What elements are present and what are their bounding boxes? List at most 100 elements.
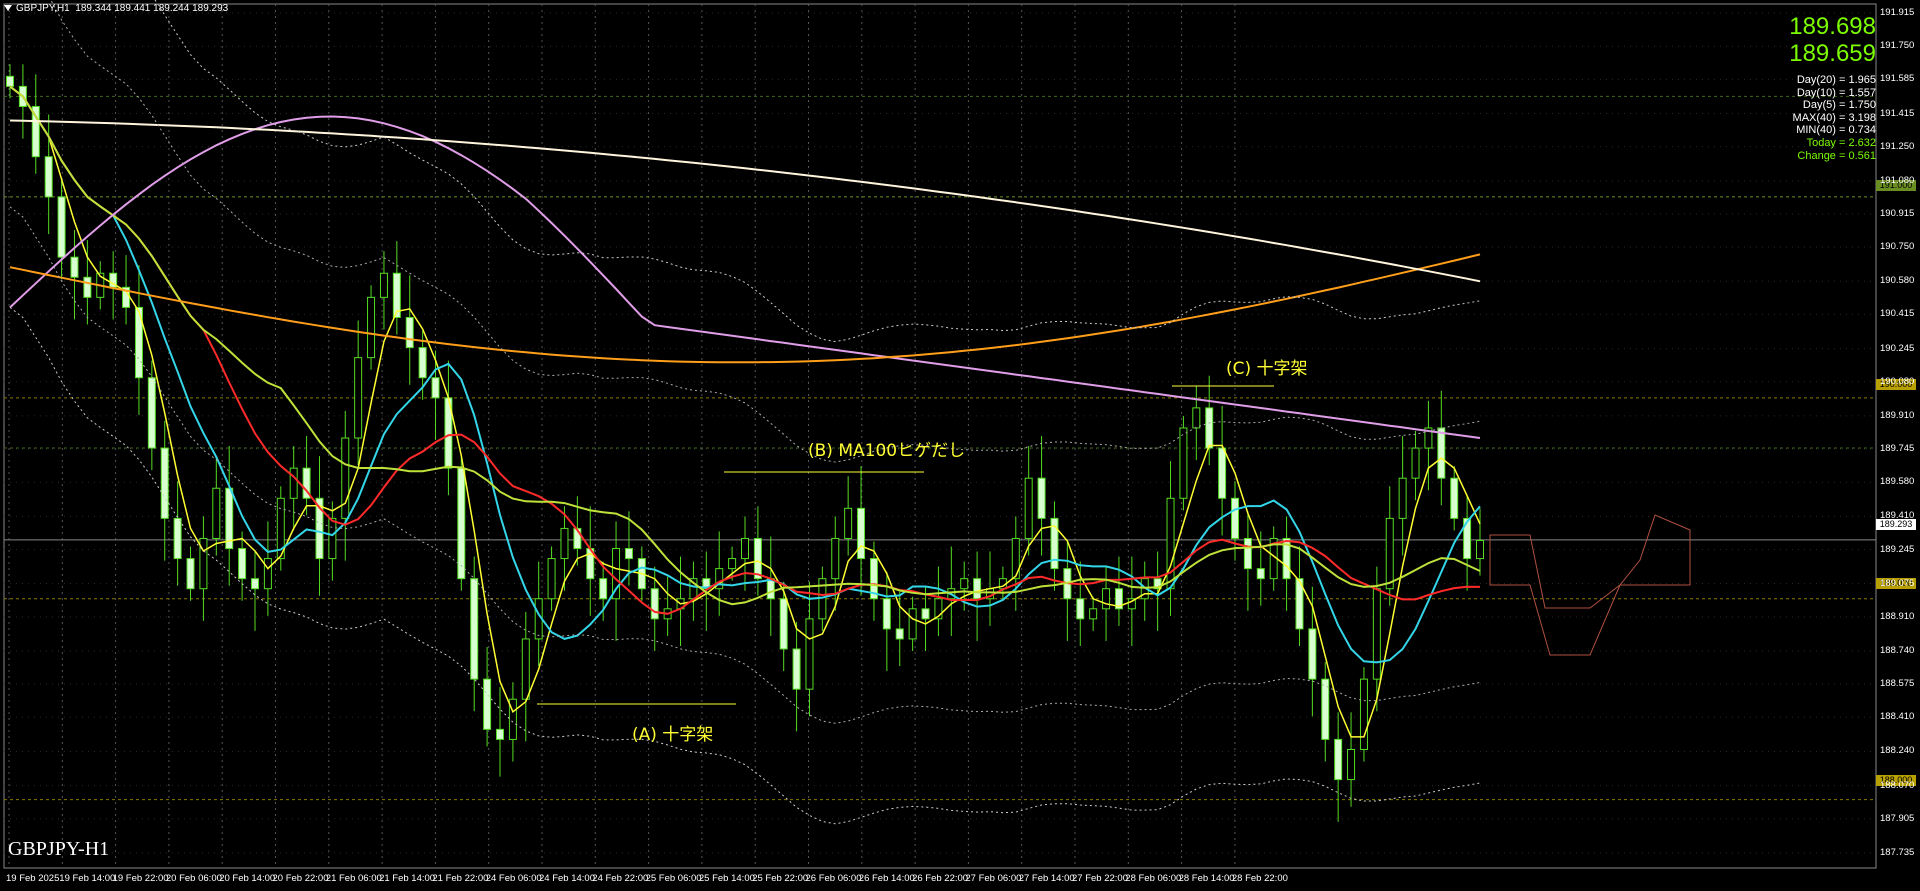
candle-body <box>1347 748 1356 781</box>
candle-body <box>1450 477 1459 519</box>
candle-body <box>844 507 853 539</box>
envelope-inner <box>9 206 1481 724</box>
time-tick-label: 24 Feb 14:00 <box>539 873 595 884</box>
candle-body <box>1218 447 1227 499</box>
candle-body <box>779 598 788 650</box>
candle-body <box>650 588 659 620</box>
time-tick-label: 27 Feb 06:00 <box>965 873 1022 884</box>
candle-body <box>1037 477 1046 519</box>
annotation-a: (A) 十字架 <box>632 725 714 745</box>
candle-body <box>238 548 247 580</box>
price-tick-label: 191.415 <box>1880 107 1915 119</box>
candle-body <box>960 578 969 590</box>
price-tick-label: 190.915 <box>1880 207 1915 219</box>
time-tick-label: 19 Feb 14:00 <box>59 873 116 884</box>
range-stats: Day(20) = 1.965 Day(10) = 1.557 Day(5) =… <box>1793 74 1876 162</box>
candle-body <box>44 156 53 198</box>
candle-body <box>521 638 530 700</box>
annotation-c: (C) 十字架 <box>1226 359 1308 379</box>
candle-body <box>1243 537 1252 570</box>
time-tick-label: 27 Feb 22:00 <box>1072 873 1128 884</box>
time-tick-label: 26 Feb 22:00 <box>912 873 969 884</box>
ma-line-ma500 <box>9 119 1481 283</box>
time-tick-label: 26 Feb 14:00 <box>858 873 915 884</box>
candle-body <box>225 487 234 550</box>
candle-body <box>173 517 182 560</box>
price-tick-label: 188.410 <box>1880 711 1915 723</box>
candle-body <box>1385 517 1394 590</box>
candle-body <box>1321 678 1330 740</box>
candle-body <box>1011 537 1020 580</box>
candle-body <box>1334 738 1343 781</box>
candle-body <box>728 558 737 570</box>
price-tick-label: 188.070 <box>1880 779 1915 791</box>
candle-body <box>1089 608 1098 620</box>
time-tick-label: 25 Feb 06:00 <box>645 873 702 884</box>
candle-body <box>160 447 169 519</box>
candle-body <box>147 377 156 449</box>
candle-body <box>405 316 414 349</box>
candle-body <box>882 598 891 630</box>
candle-body <box>418 347 427 379</box>
candle-body <box>792 648 801 690</box>
price-tick-label: 189.580 <box>1880 476 1915 488</box>
ohlc-readout: 189.344 189.441 189.244 189.293 <box>75 3 229 14</box>
candle-body <box>457 467 466 580</box>
candle-body <box>6 75 14 87</box>
candle-body <box>908 608 917 640</box>
ma-line-ma20 <box>9 85 1481 738</box>
candle-body <box>57 196 66 258</box>
price-tick-label: 190.415 <box>1880 308 1915 320</box>
candle-body <box>1411 447 1420 479</box>
candle-body <box>379 272 388 298</box>
time-tick-label: 20 Feb 06:00 <box>165 873 222 884</box>
time-tick-label: 20 Feb 22:00 <box>272 873 329 884</box>
time-tick-label: 21 Feb 14:00 <box>379 873 436 884</box>
time-tick-label: 28 Feb 06:00 <box>1125 873 1182 884</box>
price-tick-label: 188.575 <box>1880 678 1915 690</box>
price-tick-label: 190.080 <box>1880 375 1915 387</box>
time-tick-label: 21 Feb 22:00 <box>432 873 489 884</box>
candle-body <box>431 377 440 399</box>
candle-body <box>624 548 633 560</box>
envelope-inner <box>50 0 1481 463</box>
candle-body <box>599 578 608 600</box>
time-tick-label: 24 Feb 22:00 <box>592 873 649 884</box>
price-tick-label: 189.410 <box>1880 510 1915 522</box>
candle-body <box>831 537 840 580</box>
stat-today: Today = 2.632 <box>1806 136 1876 149</box>
candle-body <box>1359 678 1368 750</box>
candle-body <box>186 558 195 590</box>
candle-body <box>1398 477 1407 519</box>
candle-body <box>560 527 569 560</box>
candle-body <box>1231 497 1239 539</box>
candle-body <box>1256 568 1265 580</box>
price-tick-label: 191.750 <box>1880 40 1915 52</box>
candle-body <box>857 507 866 560</box>
price-tick-label: 191.915 <box>1880 7 1915 19</box>
candle-body <box>367 296 376 359</box>
collapse-arrow-icon[interactable] <box>4 5 12 12</box>
time-tick-label: 21 Feb 06:00 <box>325 873 382 884</box>
candle-body <box>212 487 221 539</box>
stat-max40: MAX(40) = 3.198 <box>1792 111 1876 124</box>
candle-body <box>263 558 272 590</box>
price-tick-label: 191.080 <box>1880 174 1915 186</box>
candle-body <box>921 608 930 620</box>
time-tick-label: 20 Feb 14:00 <box>219 873 276 884</box>
candle-body <box>496 728 504 740</box>
ma-line-ma200 <box>9 115 1481 439</box>
candle-body <box>470 578 479 680</box>
price-tick-label: 188.240 <box>1880 745 1915 757</box>
symbol-timeframe: GBPJPY,H1 <box>16 3 70 14</box>
ask-price: 189.659 <box>1789 40 1876 67</box>
cloud-outline <box>1489 514 1691 656</box>
chart-header: GBPJPY,H1 189.344 189.441 189.244 189.29… <box>4 3 228 14</box>
stat-day20: Day(20) = 1.965 <box>1796 74 1876 86</box>
time-tick-label: 28 Feb 14:00 <box>1178 873 1235 884</box>
time-tick-label: 25 Feb 22:00 <box>752 873 809 884</box>
candle-body <box>1476 539 1484 560</box>
annotation-b: (B) MA100ヒゲだし <box>808 441 966 461</box>
stat-day10: Day(10) = 1.557 <box>1796 86 1876 99</box>
candle-body <box>354 357 363 439</box>
